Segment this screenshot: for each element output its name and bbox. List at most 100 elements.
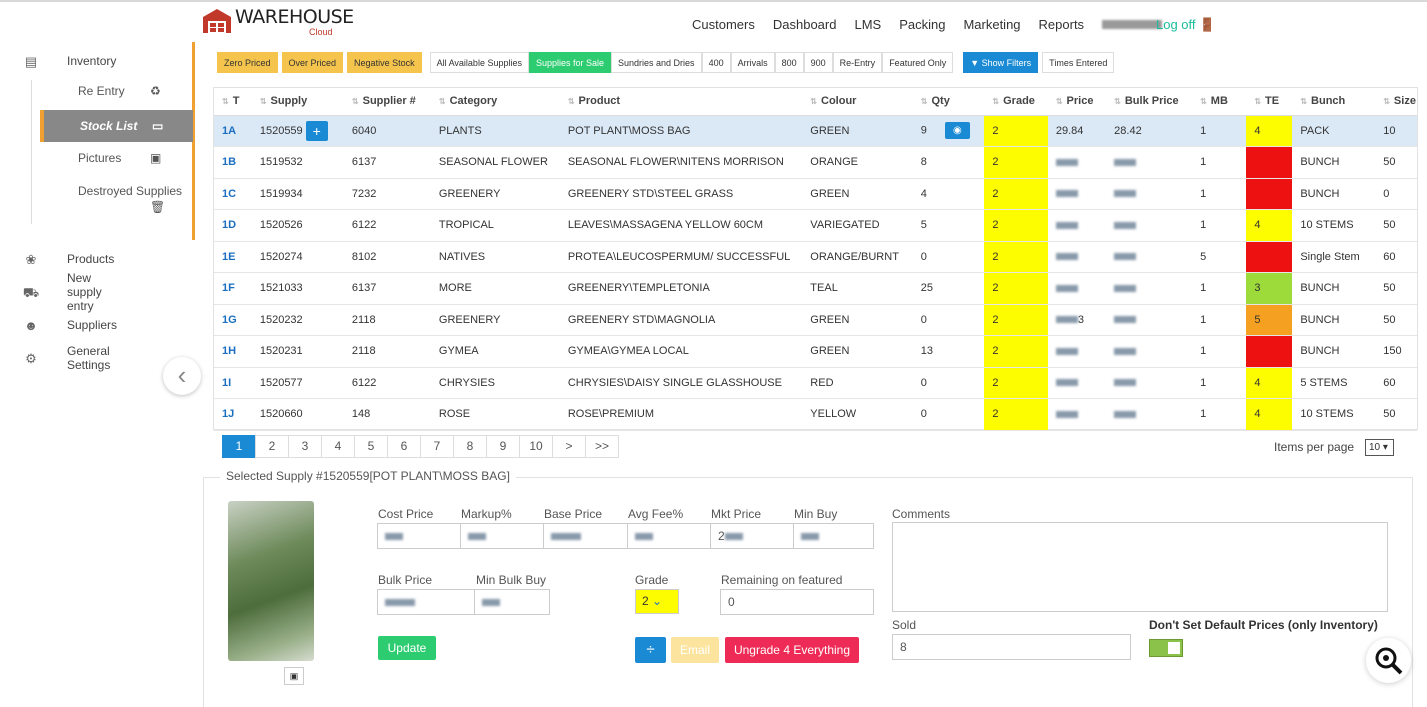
- table-row[interactable]: 1C 1519934 7232 GREENERY GREENERY STD\STEEL …: [214, 178, 1417, 210]
- page-button[interactable]: 5: [354, 435, 388, 458]
- column-header[interactable]: ⇅ Supplier #: [343, 88, 431, 116]
- tab-400[interactable]: 400: [701, 52, 731, 73]
- page-button[interactable]: 4: [321, 435, 355, 458]
- cell-bulk-price: [1106, 304, 1193, 336]
- table-row[interactable]: 1J 1520660 148 ROSE ROSE\PREMIUM YELLOW 0 2 1 4 10…: [214, 398, 1417, 431]
- remaining-input[interactable]: 0: [720, 589, 874, 615]
- cost-price-input[interactable]: [377, 523, 461, 549]
- page-button[interactable]: 8: [453, 435, 487, 458]
- table-row[interactable]: 1H 1520231 2118 GYMEA GYMEA\GYMEA LOCAL GREEN…: [214, 335, 1417, 368]
- table-row[interactable]: 1I 1520577 6122 CHRYSIES CHRYSIES\DAISY SING…: [214, 367, 1417, 399]
- nav-reports[interactable]: Reports: [1039, 17, 1085, 32]
- sold-input[interactable]: 8: [892, 634, 1131, 660]
- tab-800[interactable]: 800: [774, 52, 804, 73]
- cell-colour: VARIEGATED: [802, 209, 913, 242]
- avg-fee-input[interactable]: [627, 523, 711, 549]
- collapse-sidebar-button[interactable]: ‹: [163, 357, 201, 395]
- page-button[interactable]: 2: [255, 435, 289, 458]
- sidebar-sub-reentry[interactable]: Re Entry ♻: [40, 84, 193, 98]
- page-button[interactable]: >: [552, 435, 586, 458]
- column-header-label: T: [232, 95, 240, 108]
- min-bulk-input[interactable]: [474, 589, 550, 615]
- filter-zero-priced[interactable]: Zero Priced: [217, 52, 278, 73]
- table-row[interactable]: 1A 1520559 +6040 PLANTS POT PLANT\MOSS BAG GR…: [214, 115, 1417, 147]
- cell-category-value: GREENERY: [438, 313, 501, 326]
- column-header[interactable]: ⇅ Product: [559, 88, 803, 116]
- sidebar-sub-stock-list[interactable]: Stock List ▭: [40, 110, 193, 142]
- sidebar-sub-destroyed[interactable]: Destroyed Supplies 🗑: [40, 184, 193, 214]
- sidebar-item-label: Inventory: [67, 54, 117, 68]
- items-per-page-select[interactable]: 10 ▾: [1365, 439, 1394, 456]
- user-name-redacted[interactable]: [1102, 20, 1163, 29]
- filter-icon: ▼: [970, 58, 980, 68]
- column-header[interactable]: ⇅ Price: [1047, 88, 1107, 116]
- column-header[interactable]: ⇅ Qty: [912, 88, 985, 116]
- cell-size: 60: [1375, 367, 1417, 399]
- filter-over-priced[interactable]: Over Priced: [281, 52, 344, 73]
- tab-re-entry[interactable]: Re-Entry: [832, 52, 883, 73]
- page-button[interactable]: 9: [486, 435, 520, 458]
- markup-input[interactable]: [460, 523, 544, 549]
- grade-select[interactable]: 2 ⌄: [635, 589, 679, 614]
- page-button[interactable]: 10: [519, 435, 553, 458]
- filter-negative-stock[interactable]: Negative Stock: [347, 52, 422, 73]
- email-button[interactable]: Email: [671, 637, 719, 663]
- comments-textarea[interactable]: [892, 522, 1388, 612]
- page-button[interactable]: 6: [387, 435, 421, 458]
- column-header[interactable]: ⇅ Grade: [984, 88, 1048, 116]
- cost-price-label: Cost Price: [378, 507, 434, 521]
- expand-supply-button[interactable]: +: [305, 120, 328, 141]
- column-header[interactable]: ⇅ Bulk Price: [1106, 88, 1193, 116]
- cell-qty: 0: [912, 398, 985, 431]
- table-row[interactable]: 1D 1520526 6122 TROPICAL LEAVES\MASSAGENA YE…: [214, 209, 1417, 242]
- column-header[interactable]: ⇅ Colour: [802, 88, 913, 116]
- page-button[interactable]: 3: [288, 435, 322, 458]
- min-buy-input[interactable]: [793, 523, 874, 549]
- column-header-label: Category: [449, 95, 498, 108]
- cell-product-value: SEASONAL FLOWER\NITENS MORRISON: [567, 156, 784, 169]
- column-header[interactable]: ⇅ Bunch: [1292, 88, 1376, 116]
- tab-900[interactable]: 900: [803, 52, 833, 73]
- column-header[interactable]: ⇅ TE: [1246, 88, 1293, 116]
- page-button[interactable]: 7: [420, 435, 454, 458]
- default-prices-toggle[interactable]: [1149, 639, 1183, 657]
- tab-supplies-for-sale[interactable]: Supplies for Sale: [528, 52, 612, 73]
- change-photo-button[interactable]: ▣: [284, 667, 304, 685]
- page-button[interactable]: 1: [222, 435, 256, 458]
- update-button[interactable]: Update: [378, 636, 436, 660]
- base-price-input[interactable]: [543, 523, 628, 549]
- nav-packing[interactable]: Packing: [899, 17, 945, 32]
- column-header[interactable]: ⇅ Supply: [251, 88, 344, 116]
- table-row[interactable]: 1G 1520232 2118 GREENERY GREENERY STD\MAGNOL…: [214, 304, 1417, 336]
- nav-lms[interactable]: LMS: [854, 17, 881, 32]
- table-row[interactable]: 1E 1520274 8102 NATIVES PROTEA\LEUCOSPERMUM/…: [214, 241, 1417, 273]
- cell-product: CHRYSIES\DAISY SINGLE GLASSHOUSE: [559, 367, 803, 399]
- column-header[interactable]: ⇅ Category: [430, 88, 560, 116]
- times-entered-button[interactable]: Times Entered: [1042, 52, 1115, 73]
- sidebar-sub-pictures[interactable]: Pictures ▣: [40, 151, 193, 165]
- tab-featured-only[interactable]: Featured Only: [882, 52, 954, 73]
- tab-sundries[interactable]: Sundries and Dries: [611, 52, 702, 73]
- nav-customers[interactable]: Customers: [692, 17, 755, 32]
- eye-icon[interactable]: ◉: [944, 122, 970, 140]
- cell-supplier: 2118: [343, 335, 431, 368]
- column-header[interactable]: ⇅ T: [214, 88, 252, 116]
- show-filters-button[interactable]: ▼ Show Filters: [963, 52, 1039, 73]
- column-header[interactable]: ⇅ MB: [1192, 88, 1247, 116]
- table-row[interactable]: 1F 1521033 6137 MORE GREENERY\TEMPLETONIA TEA…: [214, 272, 1417, 305]
- accessibility-zoom-button[interactable]: [1366, 638, 1411, 683]
- table-row[interactable]: 1B 1519532 6137 SEASONAL FLOWER SEASONAL FLO…: [214, 146, 1417, 179]
- tab-all-available[interactable]: All Available Supplies: [429, 52, 529, 73]
- nav-dashboard[interactable]: Dashboard: [773, 17, 837, 32]
- column-header[interactable]: ⇅ Size: [1375, 88, 1417, 116]
- split-button[interactable]: ÷: [635, 637, 666, 663]
- logoff-link[interactable]: Log off 🚪: [1156, 17, 1215, 33]
- cell-supplier: 8102: [343, 241, 431, 273]
- mkt-price-input[interactable]: 2: [710, 523, 794, 549]
- upgrade-button[interactable]: Ungrade 4 Everything: [725, 637, 859, 663]
- nav-marketing[interactable]: Marketing: [963, 17, 1020, 32]
- page-button[interactable]: >>: [585, 435, 619, 458]
- logo[interactable]: WAREHOUSE Cloud: [201, 6, 354, 37]
- tab-arrivals[interactable]: Arrivals: [730, 52, 775, 73]
- bulk-price-input[interactable]: [377, 589, 475, 615]
